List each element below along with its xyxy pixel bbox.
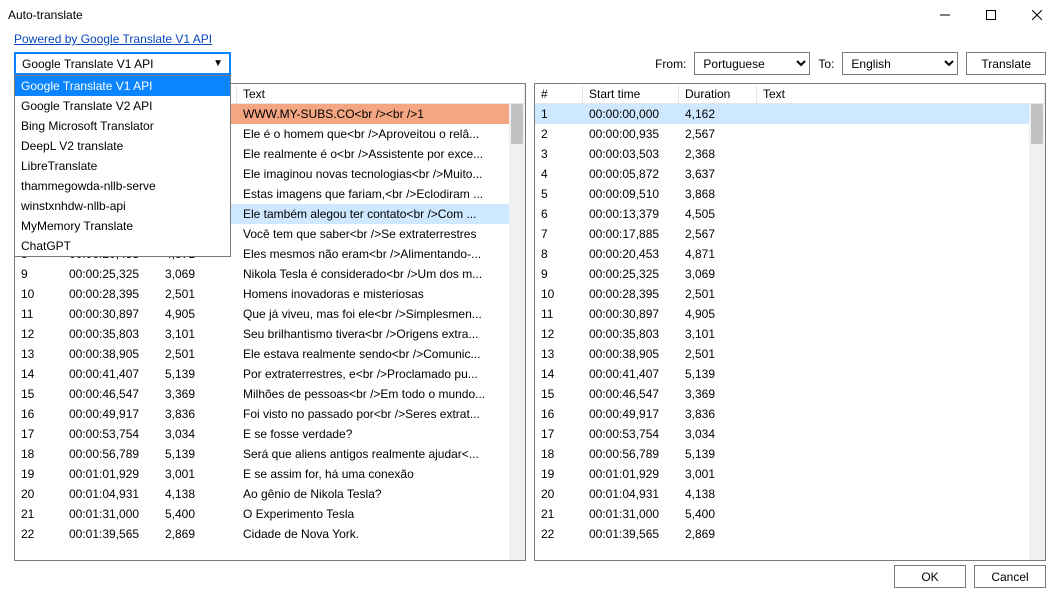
table-row[interactable]: 2100:01:31,0005,400: [535, 504, 1045, 524]
api-option[interactable]: ChatGPT: [15, 236, 230, 256]
table-row[interactable]: 1900:01:01,9293,001: [535, 464, 1045, 484]
maximize-button[interactable]: [968, 0, 1014, 30]
table-row[interactable]: 400:00:05,8723,637: [535, 164, 1045, 184]
table-row[interactable]: 1500:00:46,5473,369: [535, 384, 1045, 404]
minimize-button[interactable]: [922, 0, 968, 30]
table-row[interactable]: 2100:01:31,0005,400O Experimento Tesla: [15, 504, 525, 524]
to-language-select[interactable]: English: [842, 52, 958, 75]
table-row[interactable]: 200:00:00,9352,567: [535, 124, 1045, 144]
table-row[interactable]: 1000:00:28,3952,501: [535, 284, 1045, 304]
table-row[interactable]: 1900:01:01,9293,001E se assim for, há um…: [15, 464, 525, 484]
titlebar: Auto-translate: [0, 0, 1060, 30]
target-body[interactable]: 100:00:00,0004,162200:00:00,9352,567300:…: [535, 104, 1045, 560]
table-row[interactable]: 900:00:25,3253,069: [535, 264, 1045, 284]
table-row[interactable]: 1600:00:49,9173,836: [535, 404, 1045, 424]
table-row[interactable]: 600:00:13,3794,505: [535, 204, 1045, 224]
col-num[interactable]: #: [535, 85, 583, 103]
chevron-down-icon: ▼: [213, 58, 223, 69]
table-row[interactable]: 2000:01:04,9314,138: [535, 484, 1045, 504]
table-row[interactable]: 2200:01:39,5652,869: [535, 524, 1045, 544]
api-option[interactable]: LibreTranslate: [15, 156, 230, 176]
table-row[interactable]: 1300:00:38,9052,501Ele estava realmente …: [15, 344, 525, 364]
table-row[interactable]: 1800:00:56,7895,139: [535, 444, 1045, 464]
table-row[interactable]: 1400:00:41,4075,139: [535, 364, 1045, 384]
table-row[interactable]: 900:00:25,3253,069Nikola Tesla é conside…: [15, 264, 525, 284]
api-option[interactable]: Bing Microsoft Translator: [15, 116, 230, 136]
api-select[interactable]: Google Translate V1 API ▼ Google Transla…: [14, 52, 231, 75]
to-label: To:: [818, 57, 834, 71]
target-pane: # Start time Duration Text 100:00:00,000…: [534, 83, 1046, 561]
table-row[interactable]: 1200:00:35,8033,101: [535, 324, 1045, 344]
powered-by-link[interactable]: Powered by Google Translate V1 API: [14, 32, 212, 46]
table-row[interactable]: 300:00:03,5032,368: [535, 144, 1045, 164]
table-row[interactable]: 1100:00:30,8974,905Que já viveu, mas foi…: [15, 304, 525, 324]
api-option[interactable]: Google Translate V2 API: [15, 96, 230, 116]
footer: OK Cancel: [894, 565, 1046, 588]
table-row[interactable]: 1800:00:56,7895,139Será que aliens antig…: [15, 444, 525, 464]
window-title: Auto-translate: [8, 8, 922, 22]
col-start[interactable]: Start time: [583, 85, 679, 103]
table-row[interactable]: 1000:00:28,3952,501Homens inovadoras e m…: [15, 284, 525, 304]
translate-button[interactable]: Translate: [966, 52, 1046, 75]
table-row[interactable]: 1500:00:46,5473,369Milhões de pessoas<br…: [15, 384, 525, 404]
cancel-button[interactable]: Cancel: [974, 565, 1046, 588]
table-row[interactable]: 1700:00:53,7543,034E se fosse verdade?: [15, 424, 525, 444]
table-row[interactable]: 500:00:09,5103,868: [535, 184, 1045, 204]
table-row[interactable]: 1300:00:38,9052,501: [535, 344, 1045, 364]
table-row[interactable]: 1600:00:49,9173,836Foi visto no passado …: [15, 404, 525, 424]
table-row[interactable]: 1200:00:35,8033,101Seu brilhantismo tive…: [15, 324, 525, 344]
api-select-value: Google Translate V1 API: [22, 57, 153, 71]
api-option[interactable]: winstxnhdw-nllb-api: [15, 196, 230, 216]
api-option[interactable]: DeepL V2 translate: [15, 136, 230, 156]
target-header: # Start time Duration Text: [535, 84, 1045, 104]
col-dur[interactable]: Duration: [679, 85, 757, 103]
table-row[interactable]: 700:00:17,8852,567: [535, 224, 1045, 244]
table-row[interactable]: 1700:00:53,7543,034: [535, 424, 1045, 444]
api-dropdown: Google Translate V1 APIGoogle Translate …: [14, 75, 231, 257]
col-text[interactable]: Text: [237, 85, 525, 103]
window-buttons: [922, 0, 1060, 30]
table-row[interactable]: 1100:00:30,8974,905: [535, 304, 1045, 324]
api-option[interactable]: thammegowda-nllb-serve: [15, 176, 230, 196]
powered-link-row: Powered by Google Translate V1 API: [0, 30, 1060, 52]
close-button[interactable]: [1014, 0, 1060, 30]
table-row[interactable]: 800:00:20,4534,871: [535, 244, 1045, 264]
api-option[interactable]: MyMemory Translate: [15, 216, 230, 236]
source-scrollbar[interactable]: [509, 104, 525, 560]
api-option[interactable]: Google Translate V1 API: [15, 76, 230, 96]
col-text[interactable]: Text: [757, 85, 1045, 103]
table-row[interactable]: 1400:00:41,4075,139Por extraterrestres, …: [15, 364, 525, 384]
controls-row: Google Translate V1 API ▼ Google Transla…: [0, 52, 1060, 83]
target-scrollbar[interactable]: [1029, 104, 1045, 560]
from-label: From:: [655, 57, 686, 71]
from-language-select[interactable]: Portuguese: [694, 52, 810, 75]
table-row[interactable]: 2200:01:39,5652,869Cidade de Nova York.: [15, 524, 525, 544]
table-row[interactable]: 100:00:00,0004,162: [535, 104, 1045, 124]
table-row[interactable]: 2000:01:04,9314,138Ao gênio de Nikola Te…: [15, 484, 525, 504]
ok-button[interactable]: OK: [894, 565, 966, 588]
